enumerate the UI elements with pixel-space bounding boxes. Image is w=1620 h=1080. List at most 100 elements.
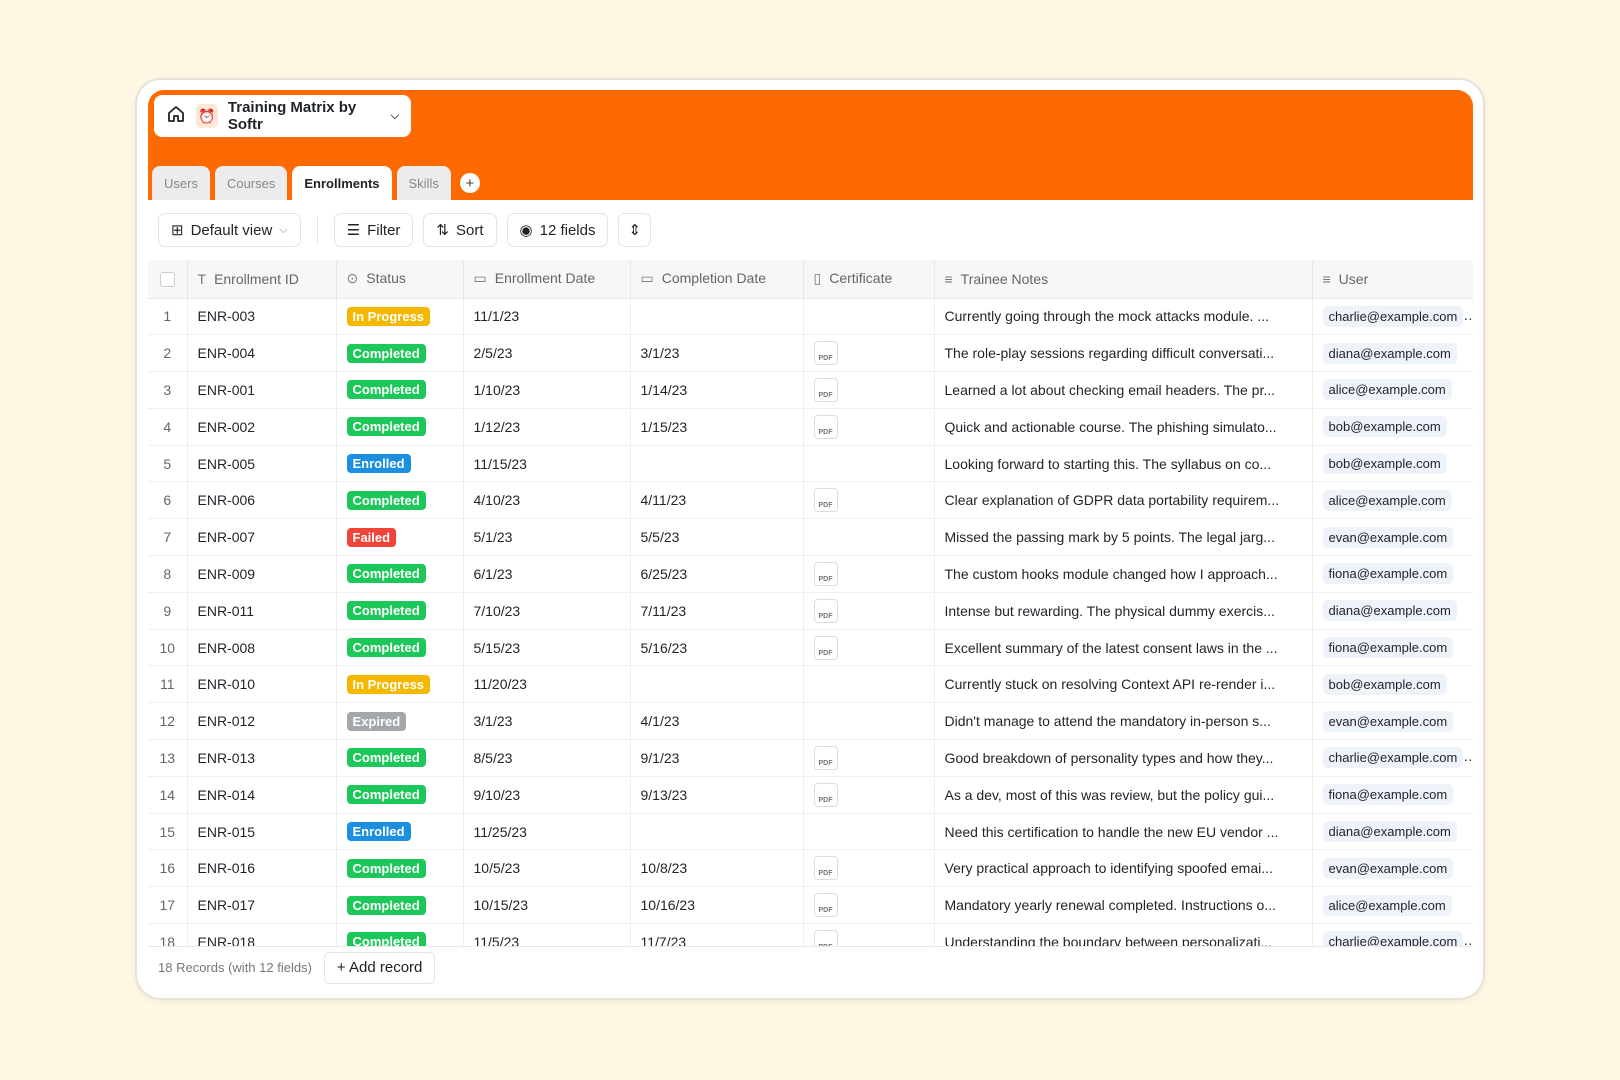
table-row[interactable]: 5ENR-005Enrolled11/15/23Looking forward … [148, 445, 1473, 482]
enrollment-id-cell[interactable]: ENR-009 [187, 556, 336, 593]
add-table-button[interactable]: + [460, 173, 480, 193]
enrollment-date-cell[interactable]: 5/1/23 [463, 519, 630, 556]
table-row[interactable]: 14ENR-014Completed9/10/239/13/23PDFAs a … [148, 776, 1473, 813]
user-chip[interactable]: alice@example.com [1323, 490, 1452, 511]
trainee-notes-cell[interactable]: Good breakdown of personality types and … [934, 740, 1312, 777]
user-cell[interactable]: fiona@example.com [1312, 629, 1473, 666]
user-cell[interactable]: alice@example.com [1312, 887, 1473, 924]
enrollment-date-cell[interactable]: 1/12/23 [463, 408, 630, 445]
status-cell[interactable]: Failed [336, 519, 463, 556]
table-row[interactable]: 11ENR-010In Progress11/20/23Currently st… [148, 666, 1473, 703]
tab-courses[interactable]: Courses [215, 166, 287, 200]
column-header-enrollment-id[interactable]: TEnrollment ID [187, 260, 336, 298]
completion-date-cell[interactable]: 9/1/23 [630, 740, 803, 777]
trainee-notes-cell[interactable]: Clear explanation of GDPR data portabili… [934, 482, 1312, 519]
status-cell[interactable]: In Progress [336, 298, 463, 335]
user-chip[interactable]: diana@example.com [1323, 343, 1457, 364]
certificate-cell[interactable]: PDF [803, 740, 934, 777]
enrollment-date-cell[interactable]: 11/15/23 [463, 445, 630, 482]
table-row[interactable]: 2ENR-004Completed2/5/233/1/23PDFThe role… [148, 335, 1473, 372]
table-scroll-area[interactable]: TEnrollment ID ⊙Status ▭Enrollment Date … [148, 260, 1473, 950]
user-chip[interactable]: fiona@example.com [1323, 784, 1454, 805]
enrollment-id-cell[interactable]: ENR-006 [187, 482, 336, 519]
trainee-notes-cell[interactable]: Looking forward to starting this. The sy… [934, 445, 1312, 482]
user-chip[interactable]: alice@example.com [1323, 379, 1452, 400]
enrollment-date-cell[interactable]: 9/10/23 [463, 776, 630, 813]
table-row[interactable]: 8ENR-009Completed6/1/236/25/23PDFThe cus… [148, 556, 1473, 593]
trainee-notes-cell[interactable]: Quick and actionable course. The phishin… [934, 408, 1312, 445]
trainee-notes-cell[interactable]: Very practical approach to identifying s… [934, 850, 1312, 887]
enrollment-date-cell[interactable]: 3/1/23 [463, 703, 630, 740]
table-row[interactable]: 9ENR-011Completed7/10/237/11/23PDFIntens… [148, 592, 1473, 629]
completion-date-cell[interactable]: 5/16/23 [630, 629, 803, 666]
trainee-notes-cell[interactable]: Currently stuck on resolving Context API… [934, 666, 1312, 703]
user-chip[interactable]: diana@example.com [1323, 821, 1457, 842]
completion-date-cell[interactable]: 9/13/23 [630, 776, 803, 813]
user-chip[interactable]: fiona@example.com [1323, 563, 1454, 584]
table-row[interactable]: 3ENR-001Completed1/10/231/14/23PDFLearne… [148, 372, 1473, 409]
certificate-cell[interactable] [803, 666, 934, 703]
trainee-notes-cell[interactable]: Didn't manage to attend the mandatory in… [934, 703, 1312, 740]
user-chip[interactable]: charlie@example.com [1323, 306, 1464, 327]
completion-date-cell[interactable] [630, 445, 803, 482]
completion-date-cell[interactable] [630, 298, 803, 335]
filter-button[interactable]: ☰Filter [334, 213, 414, 247]
status-cell[interactable]: Completed [336, 776, 463, 813]
trainee-notes-cell[interactable]: Mandatory yearly renewal completed. Inst… [934, 887, 1312, 924]
trainee-notes-cell[interactable]: Missed the passing mark by 5 points. The… [934, 519, 1312, 556]
status-cell[interactable]: Completed [336, 372, 463, 409]
home-icon[interactable] [166, 104, 186, 128]
completion-date-cell[interactable] [630, 813, 803, 850]
table-row[interactable]: 7ENR-007Failed5/1/235/5/23Missed the pas… [148, 519, 1473, 556]
enrollment-id-cell[interactable]: ENR-008 [187, 629, 336, 666]
view-selector[interactable]: ⊞Default view⌵ [158, 213, 301, 247]
enrollment-date-cell[interactable]: 10/5/23 [463, 850, 630, 887]
completion-date-cell[interactable]: 6/25/23 [630, 556, 803, 593]
table-row[interactable]: 6ENR-006Completed4/10/234/11/23PDFClear … [148, 482, 1473, 519]
user-cell[interactable]: diana@example.com [1312, 592, 1473, 629]
select-all-checkbox[interactable] [148, 260, 187, 298]
user-chip[interactable]: evan@example.com [1323, 858, 1454, 879]
trainee-notes-cell[interactable]: As a dev, most of this was review, but t… [934, 776, 1312, 813]
enrollment-id-cell[interactable]: ENR-014 [187, 776, 336, 813]
user-chip[interactable]: bob@example.com [1323, 416, 1447, 437]
status-cell[interactable]: Completed [336, 335, 463, 372]
pdf-file-icon[interactable]: PDF [814, 562, 838, 586]
enrollment-date-cell[interactable]: 11/25/23 [463, 813, 630, 850]
certificate-cell[interactable]: PDF [803, 850, 934, 887]
table-row[interactable]: 1ENR-003In Progress11/1/23Currently goin… [148, 298, 1473, 335]
table-row[interactable]: 12ENR-012Expired3/1/234/1/23Didn't manag… [148, 703, 1473, 740]
status-cell[interactable]: Enrolled [336, 445, 463, 482]
user-cell[interactable]: evan@example.com [1312, 519, 1473, 556]
user-chip[interactable]: charlie@example.com [1323, 747, 1464, 768]
status-cell[interactable]: Enrolled [336, 813, 463, 850]
completion-date-cell[interactable]: 5/5/23 [630, 519, 803, 556]
enrollment-date-cell[interactable]: 11/1/23 [463, 298, 630, 335]
app-switcher[interactable]: ⏰ Training Matrix by Softr ⌵ [154, 95, 411, 137]
certificate-cell[interactable]: PDF [803, 335, 934, 372]
user-cell[interactable]: diana@example.com [1312, 335, 1473, 372]
enrollment-id-cell[interactable]: ENR-007 [187, 519, 336, 556]
certificate-cell[interactable] [803, 519, 934, 556]
trainee-notes-cell[interactable]: The custom hooks module changed how I ap… [934, 556, 1312, 593]
trainee-notes-cell[interactable]: Learned a lot about checking email heade… [934, 372, 1312, 409]
user-chip[interactable]: fiona@example.com [1323, 637, 1454, 658]
status-cell[interactable]: Completed [336, 592, 463, 629]
user-cell[interactable]: bob@example.com [1312, 445, 1473, 482]
user-cell[interactable]: evan@example.com [1312, 850, 1473, 887]
table-row[interactable]: 17ENR-017Completed10/15/2310/16/23PDFMan… [148, 887, 1473, 924]
row-height-button[interactable]: ⇕ [618, 213, 651, 247]
enrollment-id-cell[interactable]: ENR-017 [187, 887, 336, 924]
trainee-notes-cell[interactable]: Intense but rewarding. The physical dumm… [934, 592, 1312, 629]
pdf-file-icon[interactable]: PDF [814, 415, 838, 439]
completion-date-cell[interactable] [630, 666, 803, 703]
certificate-cell[interactable]: PDF [803, 482, 934, 519]
completion-date-cell[interactable]: 1/14/23 [630, 372, 803, 409]
column-header-user[interactable]: ≡User [1312, 260, 1473, 298]
user-cell[interactable]: diana@example.com [1312, 813, 1473, 850]
enrollment-date-cell[interactable]: 1/10/23 [463, 372, 630, 409]
enrollment-id-cell[interactable]: ENR-015 [187, 813, 336, 850]
enrollment-id-cell[interactable]: ENR-001 [187, 372, 336, 409]
column-header-enrollment-date[interactable]: ▭Enrollment Date [463, 260, 630, 298]
user-cell[interactable]: alice@example.com [1312, 372, 1473, 409]
